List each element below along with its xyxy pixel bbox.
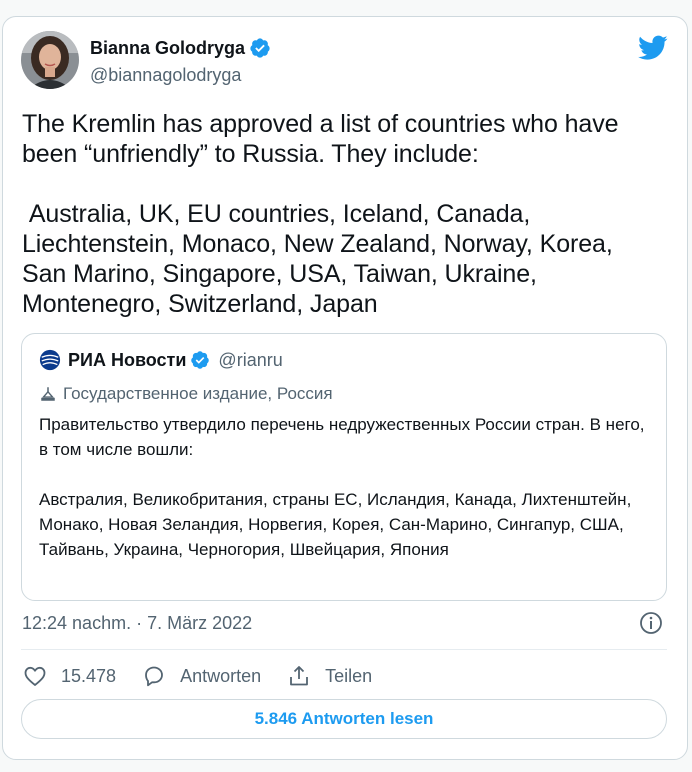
divider [21, 649, 667, 650]
verified-badge-icon [250, 38, 270, 58]
quoted-tweet-text: Правительство утвердило перечень недруже… [39, 415, 645, 559]
author-name[interactable]: Bianna Golodryga [90, 37, 245, 59]
share-label: Teilen [325, 665, 373, 686]
avatar[interactable] [21, 31, 79, 89]
reply-icon [145, 666, 163, 687]
author-handle[interactable]: @biannagolodryga [90, 64, 241, 86]
info-icon[interactable] [639, 611, 663, 635]
tweet-timestamp[interactable]: 12:24 nachm. · 7. März 2022 [22, 612, 252, 634]
share-button[interactable]: Teilen [287, 664, 372, 688]
verified-badge-icon [191, 351, 210, 369]
tweet-actions: 15.478 Antworten Teilen [23, 661, 398, 691]
share-icon [290, 666, 309, 686]
like-count: 15.478 [61, 665, 117, 686]
reply-button[interactable]: Antworten [142, 664, 261, 688]
state-media-label-text: Государственное издание, Россия [63, 384, 333, 403]
read-replies-button[interactable]: 5.846 Antworten lesen [21, 699, 667, 739]
tweet-header: Bianna Golodryga @biannagolodryga [21, 31, 671, 91]
quoted-tweet[interactable]: РИА Новости @rianru Государственное изда… [21, 333, 667, 601]
ria-logo-icon [39, 349, 61, 371]
heart-icon [24, 666, 46, 686]
quoted-author-name: РИА Новости [68, 350, 187, 370]
tweet-card: Bianna Golodryga @biannagolodryga The Kr… [2, 16, 688, 760]
twitter-bird-icon[interactable] [638, 35, 668, 61]
state-media-icon [41, 387, 55, 401]
reply-label: Antworten [180, 665, 262, 686]
state-media-label[interactable]: Государственное издание, Россия [39, 384, 333, 404]
tweet-text: The Kremlin has approved a list of count… [22, 110, 619, 318]
like-button[interactable]: 15.478 [23, 664, 116, 688]
quoted-author-handle: @rianru [218, 350, 283, 370]
